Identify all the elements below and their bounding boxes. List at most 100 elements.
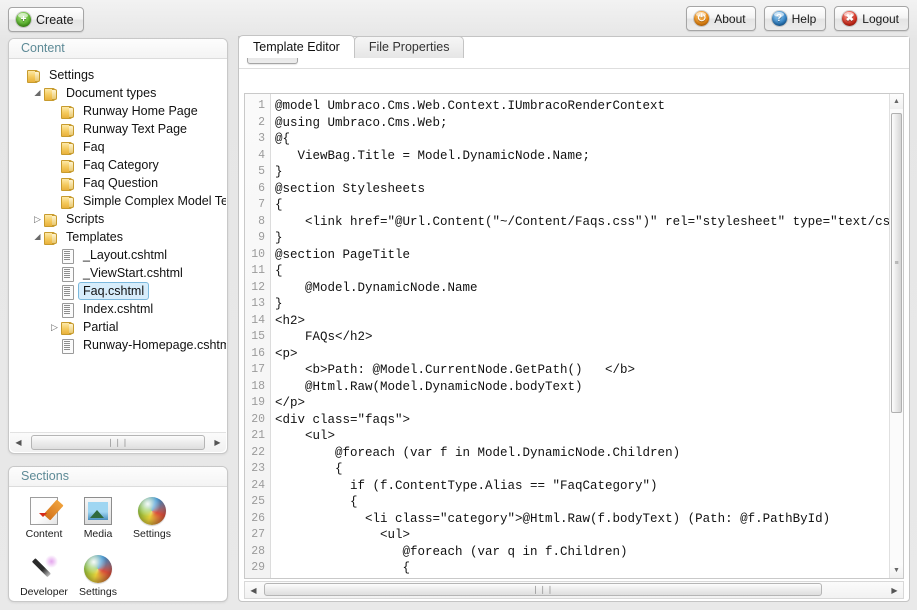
tree-item-label: Faq Category: [78, 156, 164, 174]
line-number: 1: [245, 98, 270, 115]
tree-item[interactable]: Faq: [10, 138, 226, 156]
tree-item-label: _ViewStart.cshtml: [78, 264, 188, 282]
document-icon: [61, 339, 74, 352]
code-vertical-scrollbar[interactable]: ▲ ≡ ▼: [889, 94, 903, 578]
line-number: 8: [245, 214, 270, 231]
tree-scroll-track[interactable]: ❘❘❘: [27, 435, 209, 450]
folder-icon: [44, 213, 57, 226]
tree-item[interactable]: Scripts: [10, 210, 226, 228]
line-number: 24: [245, 478, 270, 495]
content-tree-panel: Content SettingsDocument typesRunway Hom…: [8, 38, 228, 454]
tree-scroll-right-icon[interactable]: ▶: [209, 434, 226, 452]
code-hscroll-track[interactable]: ❘❘❘: [262, 583, 886, 598]
tree-item[interactable]: Index.cshtml: [10, 300, 226, 318]
line-number: 22: [245, 445, 270, 462]
code-line: @Model.DynamicNode.Name: [272, 280, 889, 297]
tree-scroll-thumb[interactable]: ❘❘❘: [31, 435, 205, 450]
code-line: @using Umbraco.Cms.Web;: [272, 115, 889, 132]
line-number: 18: [245, 379, 270, 396]
folder-icon: [61, 141, 74, 154]
tree-horizontal-scrollbar[interactable]: ◀ ❘❘❘ ▶: [10, 432, 226, 452]
section-item-content-0[interactable]: Content: [19, 497, 69, 547]
section-item-label: Media: [84, 528, 113, 540]
logout-button[interactable]: ✖ Logout: [834, 6, 909, 31]
code-hscroll-thumb[interactable]: ❘❘❘: [264, 583, 822, 596]
line-number: 27: [245, 527, 270, 544]
line-number: 20: [245, 412, 270, 429]
code-line: }: [272, 164, 889, 181]
tree-twisty-closed-icon[interactable]: [31, 215, 44, 224]
tree-scroll-left-icon[interactable]: ◀: [10, 434, 27, 452]
create-button[interactable]: + Create: [8, 7, 84, 32]
section-item-developer-3[interactable]: Developer: [19, 555, 69, 605]
tree-item[interactable]: Runway Home Page: [10, 102, 226, 120]
tree-item[interactable]: Faq Category: [10, 156, 226, 174]
tree-item[interactable]: Document types: [10, 84, 226, 102]
tree-twisty-open-icon[interactable]: [31, 89, 44, 97]
code-line: @foreach (var f in Model.DynamicNode.Chi…: [272, 445, 889, 462]
tree-item[interactable]: Runway Text Page: [10, 120, 226, 138]
logout-red-x-icon: ✖: [842, 11, 857, 26]
folder-icon: [44, 231, 57, 244]
code-line: @Html.Raw(Model.DynamicNode.bodyText): [272, 379, 889, 396]
tree-item[interactable]: Faq Question: [10, 174, 226, 192]
code-line: <ul>: [272, 428, 889, 445]
tree-item[interactable]: _ViewStart.cshtml: [10, 264, 226, 282]
tree-item-label: Index.cshtml: [78, 300, 158, 318]
code-scroll-left-icon[interactable]: ◀: [245, 581, 262, 599]
section-item-settings-2[interactable]: Settings: [127, 497, 177, 547]
tab-file-properties[interactable]: File Properties: [354, 36, 465, 58]
sections-panel-title: Sections: [9, 467, 227, 487]
code-line: [272, 577, 889, 579]
folder-icon: [61, 195, 74, 208]
tree-item[interactable]: Templates: [10, 228, 226, 246]
code-line: @section Stylesheets: [272, 181, 889, 198]
line-number: 23: [245, 461, 270, 478]
section-item-settings-4[interactable]: Settings: [73, 555, 123, 605]
line-number: 10: [245, 247, 270, 264]
tree-twisty-closed-icon[interactable]: [48, 323, 61, 332]
code-line: {: [272, 560, 889, 577]
tree-item-label: Document types: [61, 84, 161, 102]
tree-item[interactable]: Faq.cshtml: [10, 282, 226, 300]
tree-item[interactable]: Settings: [10, 66, 226, 84]
line-number: 12: [245, 280, 270, 297]
folder-icon: [61, 159, 74, 172]
folder-icon: [61, 123, 74, 136]
line-number: 30: [245, 577, 270, 580]
line-number: 25: [245, 494, 270, 511]
content-panel-title: Content: [9, 39, 227, 59]
section-item-media-1[interactable]: Media: [73, 497, 123, 547]
help-button[interactable]: ? Help: [764, 6, 827, 31]
pencil-page-icon: [30, 497, 58, 525]
settings-tree[interactable]: SettingsDocument typesRunway Home PageRu…: [10, 61, 226, 431]
code-text-area[interactable]: @model Umbraco.Cms.Web.Context.IUmbracoR…: [272, 94, 889, 578]
code-line: }: [272, 296, 889, 313]
document-icon: [61, 249, 74, 262]
code-vertical-scroll-thumb[interactable]: ≡: [891, 113, 902, 413]
code-line: <h2>: [272, 313, 889, 330]
code-scroll-up-icon[interactable]: ▲: [890, 94, 903, 109]
folder-icon: [27, 69, 40, 82]
tree-item[interactable]: _Layout.cshtml: [10, 246, 226, 264]
code-line: {: [272, 263, 889, 280]
code-line: }: [272, 230, 889, 247]
color-sphere-icon: [84, 555, 112, 583]
tree-item[interactable]: Simple Complex Model Test: [10, 192, 226, 210]
code-scroll-right-icon[interactable]: ▶: [886, 581, 903, 599]
tree-item-label: Settings: [44, 66, 99, 84]
code-scroll-down-icon[interactable]: ▼: [890, 563, 903, 578]
tree-item-label: Runway Home Page: [78, 102, 203, 120]
about-button[interactable]: ⏻ About: [686, 6, 755, 31]
code-horizontal-scrollbar[interactable]: ◀ ❘❘❘ ▶: [244, 581, 904, 599]
help-button-label: Help: [792, 12, 817, 26]
line-number: 15: [245, 329, 270, 346]
line-number: 11: [245, 263, 270, 280]
line-number: 14: [245, 313, 270, 330]
tree-item[interactable]: Runway-Homepage.cshtml: [10, 336, 226, 354]
tree-twisty-open-icon[interactable]: [31, 233, 44, 241]
tree-item[interactable]: Partial: [10, 318, 226, 336]
code-line: <ul>: [272, 527, 889, 544]
code-editor[interactable]: 1234567891011121314151617181920212223242…: [244, 93, 904, 579]
tab-template-editor[interactable]: Template Editor: [238, 35, 355, 58]
